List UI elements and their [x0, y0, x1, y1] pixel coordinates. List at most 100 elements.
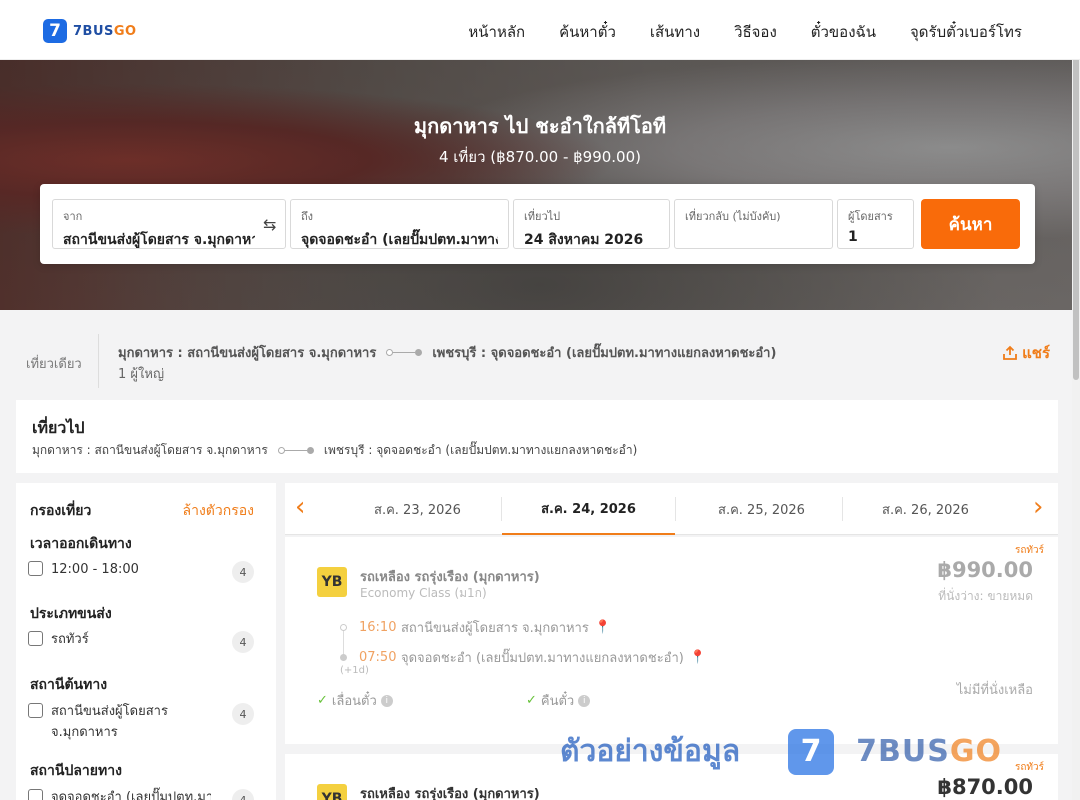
count-badge: 4 [232, 789, 254, 800]
outbound-title: เที่ยวไป [32, 418, 85, 437]
hero-title: มุกดาหาร ไป ชะอำใกล้ทีโอที [413, 114, 667, 138]
filter-option[interactable]: สถานีขนส่งผู้โดยสาร จ.มุกดาหาร 4 [28, 701, 258, 743]
arrival-time: 07:50 [359, 650, 397, 665]
outbound-destination: เพชรบุรี : จุดจอดชะอำ (เลยปั๊มปตท.มาทางแ… [323, 443, 638, 457]
depart-label: เที่ยวไป [524, 210, 561, 223]
passenger-field[interactable]: ผู้โดยสาร 1 [837, 199, 914, 249]
count-badge: 4 [232, 631, 254, 653]
date-tab[interactable]: ส.ค. 25, 2026 [675, 483, 848, 535]
top-header: 7 7BUSGO หน้าหลัก ค้นหาตั๋ว เส้นทาง วิธี… [0, 0, 1080, 60]
date-tab[interactable]: ส.ค. 23, 2026 [331, 483, 504, 535]
to-value: จุดจอดชะอำ (เลยปั๊มปตท.มาทางแยกลงหาดชะอำ… [301, 232, 498, 248]
hero-subtitle: 4 เที่ยว (฿870.00 - ฿990.00) [438, 148, 642, 166]
filter-option-label: สถานีขนส่งผู้โดยสาร จ.มุกดาหาร [51, 704, 168, 740]
checkbox[interactable] [28, 703, 43, 718]
return-label: เที่ยวกลับ (ไม่บังคับ) [685, 210, 781, 223]
return-date-field[interactable]: เที่ยวกลับ (ไม่บังคับ) [674, 199, 833, 249]
date-tab[interactable]: ส.ค. 26, 2026 [839, 483, 1012, 535]
nav-ticket-pickup[interactable]: จุดรับตั๋วเบอร์โทร [910, 20, 1022, 44]
checkbox[interactable] [28, 789, 43, 800]
departure-time: 16:10 [359, 620, 397, 635]
share-button[interactable]: แชร์ [1002, 341, 1050, 365]
from-value: สถานีขนส่งผู้โดยสาร จ.มุกดาหาร [63, 232, 255, 248]
filter-group-title: เวลาออกเดินทาง [30, 536, 132, 552]
main-nav: หน้าหลัก ค้นหาตั๋ว เส้นทาง วิธีจอง ตั๋วข… [468, 20, 1022, 44]
brand-logo[interactable]: 7 7BUSGO [43, 19, 137, 43]
trip-route: มุกดาหาร : สถานีขนส่งผู้โดยสาร จ.มุกดาหา… [118, 342, 776, 363]
date-tab-active[interactable]: ส.ค. 24, 2026 [502, 483, 675, 535]
map-pin-icon[interactable]: 📍 [690, 650, 706, 665]
passenger-count: 1 ผู้ใหญ่ [118, 367, 165, 382]
page-scrollbar[interactable] [1072, 0, 1080, 800]
share-icon [1003, 345, 1017, 360]
vehicle-type-tag: รถทัวร์ [1014, 545, 1044, 556]
ticket-price: ฿990.00 [937, 558, 1033, 582]
nav-routes[interactable]: เส้นทาง [650, 20, 700, 44]
filter-group-title: ประเภทขนส่ง [30, 606, 112, 622]
check-icon: ✓ [526, 693, 537, 708]
prev-date-arrow-icon[interactable]: ‹ [295, 493, 305, 521]
logo-text: 7BUSGO [73, 24, 137, 39]
share-label: แชร์ [1022, 344, 1050, 362]
filter-option[interactable]: รถทัวร์ 4 [28, 629, 258, 653]
count-badge: 4 [232, 561, 254, 583]
clear-filters-link[interactable]: ล้างตัวกรอง [183, 500, 254, 522]
arrival-row: 07:50 จุดจอดชะอำ (เลยปั๊มปตท.มาทางแยกลงห… [340, 647, 706, 668]
ticket-price: ฿870.00 [937, 775, 1033, 799]
divider [98, 334, 99, 388]
next-day-note: (+1d) [340, 665, 369, 676]
depart-date-field[interactable]: เที่ยวไป 24 สิงหาคม 2026 [513, 199, 670, 249]
trip-result-card[interactable]: รถทัวร์ YB รถเหลือง รถรุ่งเรือง (มุกดาหา… [285, 754, 1058, 800]
to-field[interactable]: ถึง จุดจอดชะอำ (เลยปั๊มปตท.มาทางแยกลงหาด… [290, 199, 509, 249]
departure-station: สถานีขนส่งผู้โดยสาร จ.มุกดาหาร [401, 621, 589, 636]
outbound-origin: มุกดาหาร : สถานีขนส่งผู้โดยสาร จ.มุกดาหา… [32, 443, 268, 457]
logo-text-a: 7BUS [73, 23, 114, 39]
nav-how-to-book[interactable]: วิธีจอง [734, 20, 777, 44]
route-line-icon [386, 349, 423, 356]
route-origin: มุกดาหาร : สถานีขนส่งผู้โดยสาร จ.มุกดาหา… [118, 346, 377, 361]
departure-row: 16:10 สถานีขนส่งผู้โดยสาร จ.มุกดาหาร 📍 [340, 617, 611, 638]
checkbox[interactable] [28, 631, 43, 646]
search-button[interactable]: ค้นหา [921, 199, 1020, 249]
bus-class: Economy Class (ม1ก) [360, 586, 487, 600]
route-destination: เพชรบุรี : จุดจอดชะอำ (เลยปั๊มปตท.มาทางแ… [432, 346, 777, 361]
nav-my-tickets[interactable]: ตั๋วของฉัน [811, 20, 876, 44]
info-icon[interactable]: i [380, 694, 393, 707]
date-tabs: ‹ ส.ค. 23, 2026 ส.ค. 24, 2026 ส.ค. 25, 2… [285, 483, 1058, 535]
filter-option-label: รถทัวร์ [51, 632, 89, 647]
count-badge: 4 [232, 703, 254, 725]
swap-icon[interactable]: ⇆ [263, 215, 276, 234]
reschedule-perk[interactable]: ✓ เลื่อนตั๋ว i [317, 690, 393, 711]
filter-option[interactable]: จุดจอดชะอำ (เลยปั๊มปตท.มา 4 [28, 787, 258, 800]
next-date-arrow-icon[interactable]: › [1033, 493, 1043, 521]
vehicle-type-tag: รถทัวร์ [1014, 762, 1044, 773]
info-icon[interactable]: i [578, 694, 591, 707]
nav-home[interactable]: หน้าหลัก [468, 20, 525, 44]
check-icon: ✓ [317, 693, 328, 708]
nav-search-tickets[interactable]: ค้นหาตั๋ว [559, 20, 616, 44]
passenger-value: 1 [848, 229, 858, 245]
outbound-route: มุกดาหาร : สถานีขนส่งผู้โดยสาร จ.มุกดาหา… [32, 441, 637, 460]
scrollbar-thumb[interactable] [1073, 30, 1079, 380]
from-field[interactable]: จาก สถานีขนส่งผู้โดยสาร จ.มุกดาหาร [52, 199, 286, 249]
operator-name: รถเหลือง รถรุ่งเรือง (มุกดาหาร) [360, 787, 540, 800]
filter-title: กรองเที่ยว [30, 503, 92, 519]
operator-logo-icon: YB [317, 784, 347, 800]
filter-group-title: สถานีต้นทาง [30, 677, 108, 693]
trip-summary: เที่ยวเดียว มุกดาหาร : สถานีขนส่งผู้โดยส… [0, 326, 1080, 394]
refund-perk[interactable]: ✓ คืนตั๋ว i [526, 690, 591, 711]
perk-label: คืนตั๋ว [540, 694, 575, 709]
perk-label: เลื่อนตั๋ว [331, 694, 377, 709]
checkbox[interactable] [28, 561, 43, 576]
filter-sidebar: กรองเที่ยว ล้างตัวกรอง เวลาออกเดินทาง 12… [16, 483, 276, 800]
filter-group-title: สถานีปลายทาง [30, 763, 122, 779]
seat-availability: ที่นั่งว่าง: ขายหมด [938, 589, 1033, 603]
filter-option[interactable]: 12:00 - 18:00 4 [28, 559, 258, 583]
search-form: จาก สถานีขนส่งผู้โดยสาร จ.มุกดาหาร ⇆ ถึง… [40, 184, 1035, 264]
filter-option-label: จุดจอดชะอำ (เลยปั๊มปตท.มา [51, 790, 211, 800]
timeline-dot [340, 624, 347, 631]
trip-result-card[interactable]: รถทัวร์ YB รถเหลือง รถรุ่งเรือง (มุกดาหา… [285, 537, 1058, 744]
timeline-dot [340, 654, 347, 661]
route-line-icon [277, 447, 314, 454]
map-pin-icon[interactable]: 📍 [595, 620, 611, 635]
